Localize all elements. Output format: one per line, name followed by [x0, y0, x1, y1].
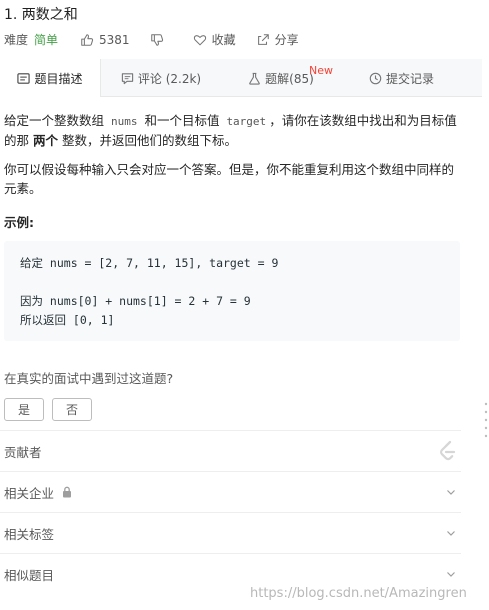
tab-comments[interactable]: 评论 (2.2k)	[101, 59, 221, 97]
code-nums: nums	[110, 115, 138, 128]
resize-handle[interactable]	[484, 400, 488, 446]
tab-solutions[interactable]: 题解(85) New	[221, 59, 341, 97]
chevron-down-icon	[447, 572, 455, 577]
interview-question: 在真实的面试中遇到过这道题?	[4, 371, 174, 386]
document-icon	[17, 72, 31, 84]
watermark: https://blog.csdn.net/Amazingren	[250, 586, 467, 601]
tab-description-label: 题目描述	[34, 71, 83, 86]
example-line: 给定 nums = [2, 7, 11, 15], target = 9	[20, 256, 279, 270]
problem-title: 1. 两数之和	[4, 7, 78, 23]
dislike-button[interactable]	[150, 33, 169, 47]
clock-icon	[369, 72, 382, 84]
contributors-section[interactable]: 贡献者	[0, 430, 461, 471]
example-line: 所以返回 [0, 1]	[20, 313, 115, 327]
share-icon	[257, 33, 269, 45]
desc-text: 和一个目标值	[140, 113, 224, 128]
tags-section[interactable]: 相关标签	[0, 512, 461, 553]
like-count: 5381	[99, 32, 130, 47]
desc-text: 整数，并返回他们的数组下标。	[58, 133, 237, 148]
lock-icon	[63, 486, 72, 498]
example-line: 因为 nums[0] + nums[1] = 2 + 7 = 9	[20, 294, 251, 308]
description-paragraph-1: 给定一个整数数组 nums 和一个目标值 target ，请你在该数组中找出和为目…	[4, 111, 464, 150]
tab-submissions[interactable]: 提交记录	[341, 59, 462, 97]
companies-section[interactable]: 相关企业	[0, 471, 461, 512]
tab-submissions-label: 提交记录	[385, 71, 434, 86]
yes-button[interactable]: 是	[4, 398, 44, 421]
new-badge: New	[309, 64, 333, 77]
thumbs-down-icon	[150, 33, 163, 46]
comment-icon	[121, 72, 134, 84]
description-paragraph-2: 你可以假设每种输入只会对应一个答案。但是，你不能重复利用这个数组中同样的元素。	[4, 162, 455, 196]
problem-description: 给定一个整数数组 nums 和一个目标值 target ，请你在该数组中找出和为目…	[4, 111, 464, 208]
difficulty-badge: 简单	[34, 33, 59, 47]
example-blank-line	[20, 273, 444, 292]
problem-meta: 难度 简单 5381 收藏 分享	[4, 31, 299, 48]
example-code-block: 给定 nums = [2, 7, 11, 15], target = 9 因为 n…	[4, 241, 460, 341]
heart-icon	[193, 34, 206, 46]
thumbs-up-icon	[81, 33, 94, 46]
leetcode-logo-icon	[440, 440, 456, 461]
similar-label: 相似题目	[4, 567, 55, 583]
chevron-down-icon	[447, 531, 455, 536]
desc-text: 给定一个整数数组	[4, 113, 108, 128]
no-button[interactable]: 否	[52, 398, 92, 421]
tab-bar: 题目描述 评论 (2.2k) 题解(85) New 提交记录	[0, 59, 482, 97]
tab-solutions-label: 题解(85)	[265, 71, 314, 86]
problem-page: 1. 两数之和 难度 简单 5381 收藏 分享 题目描述 评论 (2.2k) …	[0, 0, 489, 610]
difficulty-label: 难度	[4, 33, 29, 47]
tab-comments-label: 评论 (2.2k)	[137, 71, 202, 86]
collect-button[interactable]: 收藏	[193, 31, 236, 48]
share-label: 分享	[274, 33, 299, 47]
tags-label: 相关标签	[4, 526, 55, 542]
example-title: 示例:	[4, 215, 34, 230]
flask-icon	[249, 72, 260, 85]
desc-bold: 两个	[32, 133, 58, 148]
collect-label: 收藏	[211, 33, 236, 47]
companies-label: 相关企业	[4, 485, 55, 501]
like-button[interactable]: 5381	[80, 33, 150, 47]
code-target: target	[226, 115, 267, 128]
tab-description[interactable]: 题目描述	[0, 59, 101, 97]
contributors-label: 贡献者	[4, 444, 42, 460]
chevron-down-icon	[447, 490, 455, 495]
share-button[interactable]: 分享	[256, 31, 299, 48]
